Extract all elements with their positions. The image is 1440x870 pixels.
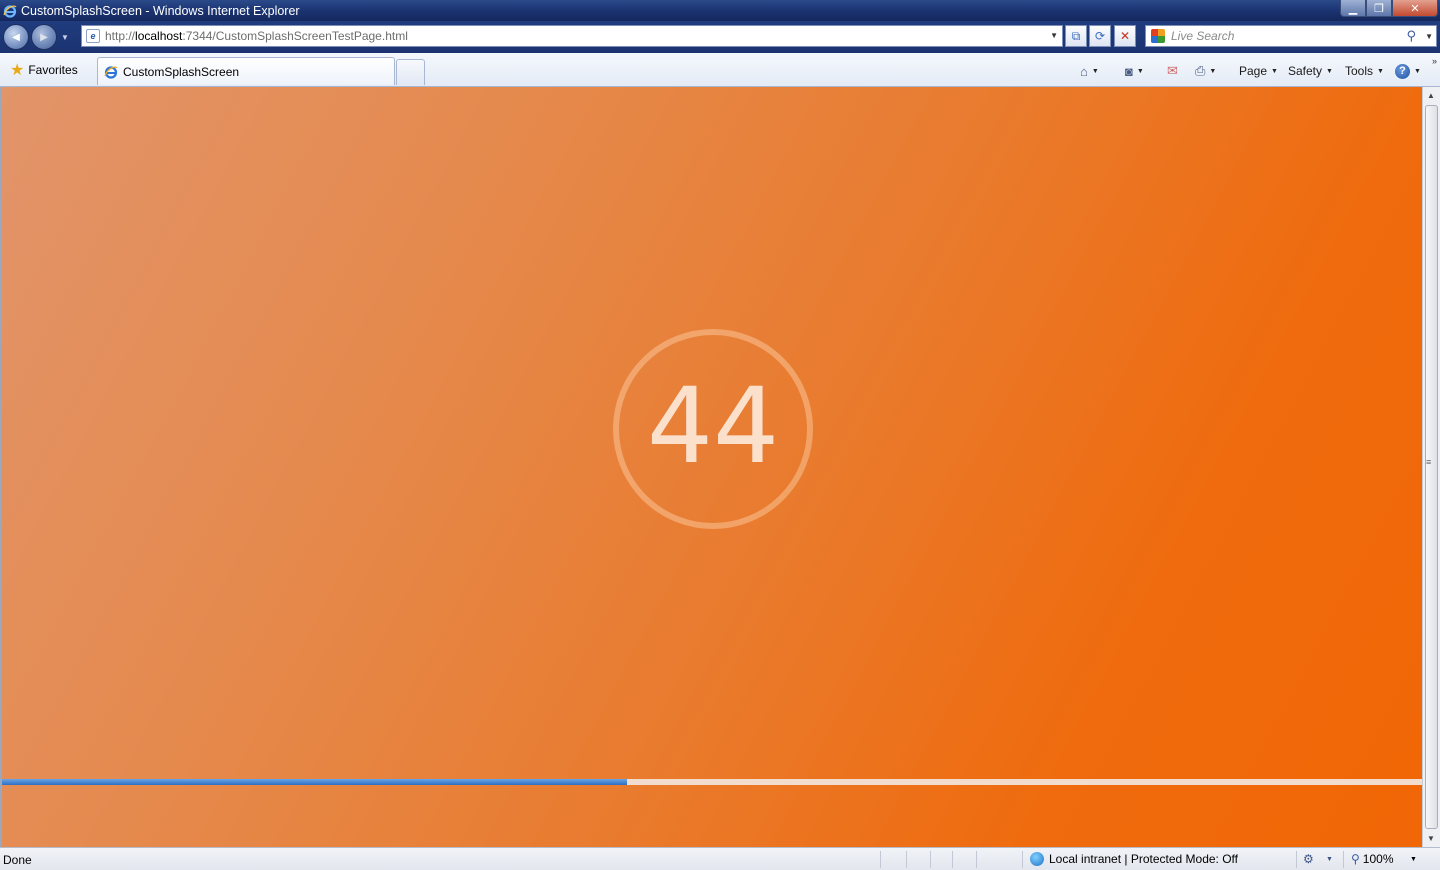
star-icon: ★ bbox=[10, 62, 25, 79]
refresh-button[interactable]: ⟳ bbox=[1089, 25, 1111, 47]
url-scheme: http:// bbox=[105, 29, 136, 43]
status-divider bbox=[906, 851, 907, 868]
page-icon: e bbox=[86, 29, 100, 43]
chevron-down-icon[interactable]: ▼ bbox=[1137, 68, 1144, 75]
status-divider bbox=[952, 851, 953, 868]
page-menu-label: Page bbox=[1239, 64, 1268, 78]
chevron-down-icon: ▼ bbox=[1271, 67, 1278, 75]
stop-icon: ✕ bbox=[1119, 29, 1131, 43]
globe-icon bbox=[1030, 852, 1044, 866]
zoom-level: 100% bbox=[1362, 852, 1394, 866]
zoom-icon: ⚲ bbox=[1351, 852, 1360, 866]
scroll-up-arrow-icon[interactable]: ▲ bbox=[1427, 91, 1435, 100]
address-url[interactable]: http://localhost:7344/CustomSplashScreen… bbox=[105, 29, 408, 43]
search-options-dropdown-icon[interactable]: ▼ bbox=[1425, 32, 1433, 41]
chevron-down-icon: ▼ bbox=[1414, 67, 1421, 75]
security-zone[interactable]: Local intranet | Protected Mode: Off bbox=[1030, 852, 1238, 866]
restore-button[interactable]: ❐ bbox=[1366, 0, 1392, 17]
help-icon: ? bbox=[1395, 63, 1410, 79]
chevron-down-icon[interactable]: ▼ bbox=[1209, 68, 1216, 75]
search-placeholder: Live Search bbox=[1171, 29, 1235, 43]
window-title: CustomSplashScreen - Windows Internet Ex… bbox=[21, 3, 300, 18]
recent-pages-dropdown[interactable]: ▼ bbox=[61, 33, 69, 42]
rss-feed-icon: ◙ bbox=[1125, 63, 1133, 79]
chevron-down-icon: ▼ bbox=[1326, 67, 1333, 75]
feeds-button[interactable]: ◙ ▼ bbox=[1125, 61, 1144, 81]
security-zone-label: Local intranet | Protected Mode: Off bbox=[1049, 852, 1238, 866]
read-mail-button[interactable]: ✉ bbox=[1167, 61, 1178, 81]
print-button[interactable]: ⎙ ▼ bbox=[1195, 61, 1216, 81]
safety-menu-label: Safety bbox=[1288, 64, 1323, 78]
status-divider bbox=[1296, 851, 1297, 868]
url-host: localhost bbox=[135, 29, 183, 43]
splash-progress-fill bbox=[2, 779, 627, 785]
stop-button[interactable]: ✕ bbox=[1114, 25, 1136, 47]
favorites-label: Favorites bbox=[28, 63, 78, 77]
page-menu[interactable]: Page ▼ bbox=[1239, 61, 1278, 81]
splash-progress-track bbox=[2, 779, 1422, 785]
home-icon: ⌂ bbox=[1080, 63, 1088, 79]
status-divider bbox=[1022, 851, 1023, 868]
search-icon[interactable]: ⚲ bbox=[1406, 28, 1416, 44]
scrollbar-thumb[interactable] bbox=[1425, 105, 1438, 829]
internet-explorer-icon bbox=[3, 4, 17, 18]
navigation-bar: ◀ ▶ ▼ e http://localhost:7344/CustomSpla… bbox=[0, 21, 1440, 53]
status-divider bbox=[880, 851, 881, 868]
chevron-down-icon[interactable]: ▼ bbox=[1326, 856, 1333, 863]
status-divider bbox=[930, 851, 931, 868]
zoom-level-button[interactable]: ⚲ 100% bbox=[1351, 852, 1394, 866]
url-path: :7344/CustomSplashScreenTestPage.html bbox=[182, 29, 408, 43]
compatibility-icon: ⧉ bbox=[1071, 28, 1081, 43]
status-divider bbox=[976, 851, 977, 868]
help-menu[interactable]: ? ▼ bbox=[1395, 61, 1421, 81]
new-tab-button[interactable] bbox=[396, 59, 425, 85]
favorites-button[interactable]: ★ Favorites bbox=[5, 60, 83, 80]
popup-blocker-icon[interactable]: ⚙ bbox=[1303, 852, 1314, 866]
splash-counter-ring: 44 bbox=[613, 329, 813, 529]
vertical-scrollbar[interactable]: ▲ ≡ ▼ bbox=[1422, 87, 1440, 847]
back-arrow-icon: ◀ bbox=[12, 31, 20, 43]
window-controls: ▁ ❐ ✕ bbox=[1340, 0, 1438, 17]
tools-menu-label: Tools bbox=[1345, 64, 1374, 78]
home-button[interactable]: ⌂ ▼ bbox=[1080, 61, 1099, 81]
back-button[interactable]: ◀ bbox=[3, 24, 29, 50]
tab-label: CustomSplashScreen bbox=[123, 64, 240, 79]
tab-customsplashscreen[interactable]: CustomSplashScreen bbox=[97, 57, 395, 85]
close-button[interactable]: ✕ bbox=[1392, 0, 1438, 17]
scroll-down-arrow-icon[interactable]: ▼ bbox=[1427, 834, 1435, 843]
address-dropdown-icon[interactable]: ▼ bbox=[1050, 31, 1058, 40]
chevron-down-icon[interactable]: ▼ bbox=[1410, 856, 1417, 863]
address-bar[interactable]: e http://localhost:7344/CustomSplashScre… bbox=[81, 25, 1063, 47]
splash-progress-counter: 44 bbox=[646, 365, 780, 487]
command-bar: ★ Favorites CustomSplashScreen ⌂ ▼ ◙ ▼ ✉ ⎙… bbox=[0, 53, 1440, 87]
safety-menu[interactable]: Safety ▼ bbox=[1288, 61, 1333, 81]
title-bar: CustomSplashScreen - Windows Internet Ex… bbox=[0, 0, 1440, 21]
status-text: Done bbox=[3, 853, 32, 867]
chevron-down-icon: ▼ bbox=[1377, 67, 1384, 75]
forward-button[interactable]: ▶ bbox=[31, 24, 57, 50]
refresh-icon: ⟳ bbox=[1094, 29, 1106, 43]
search-box[interactable]: Live Search ⚲ ▼ bbox=[1145, 25, 1437, 47]
status-divider bbox=[1343, 851, 1344, 868]
minimize-button[interactable]: ▁ bbox=[1340, 0, 1366, 17]
mail-icon: ✉ bbox=[1167, 63, 1178, 78]
live-search-icon bbox=[1151, 29, 1165, 43]
status-bar: Done Local intranet | Protected Mode: Of… bbox=[0, 847, 1440, 870]
page-viewport: 44 bbox=[0, 87, 1422, 847]
tools-menu[interactable]: Tools ▼ bbox=[1345, 61, 1384, 81]
scrollbar-grip-icon: ≡ bbox=[1426, 457, 1432, 467]
toolbar-overflow-icon[interactable]: » bbox=[1432, 56, 1437, 66]
printer-icon: ⎙ bbox=[1195, 63, 1206, 78]
chevron-down-icon[interactable]: ▼ bbox=[1092, 68, 1099, 75]
forward-arrow-icon: ▶ bbox=[40, 31, 48, 43]
internet-explorer-icon bbox=[104, 65, 118, 79]
compatibility-view-button[interactable]: ⧉ bbox=[1065, 25, 1087, 47]
